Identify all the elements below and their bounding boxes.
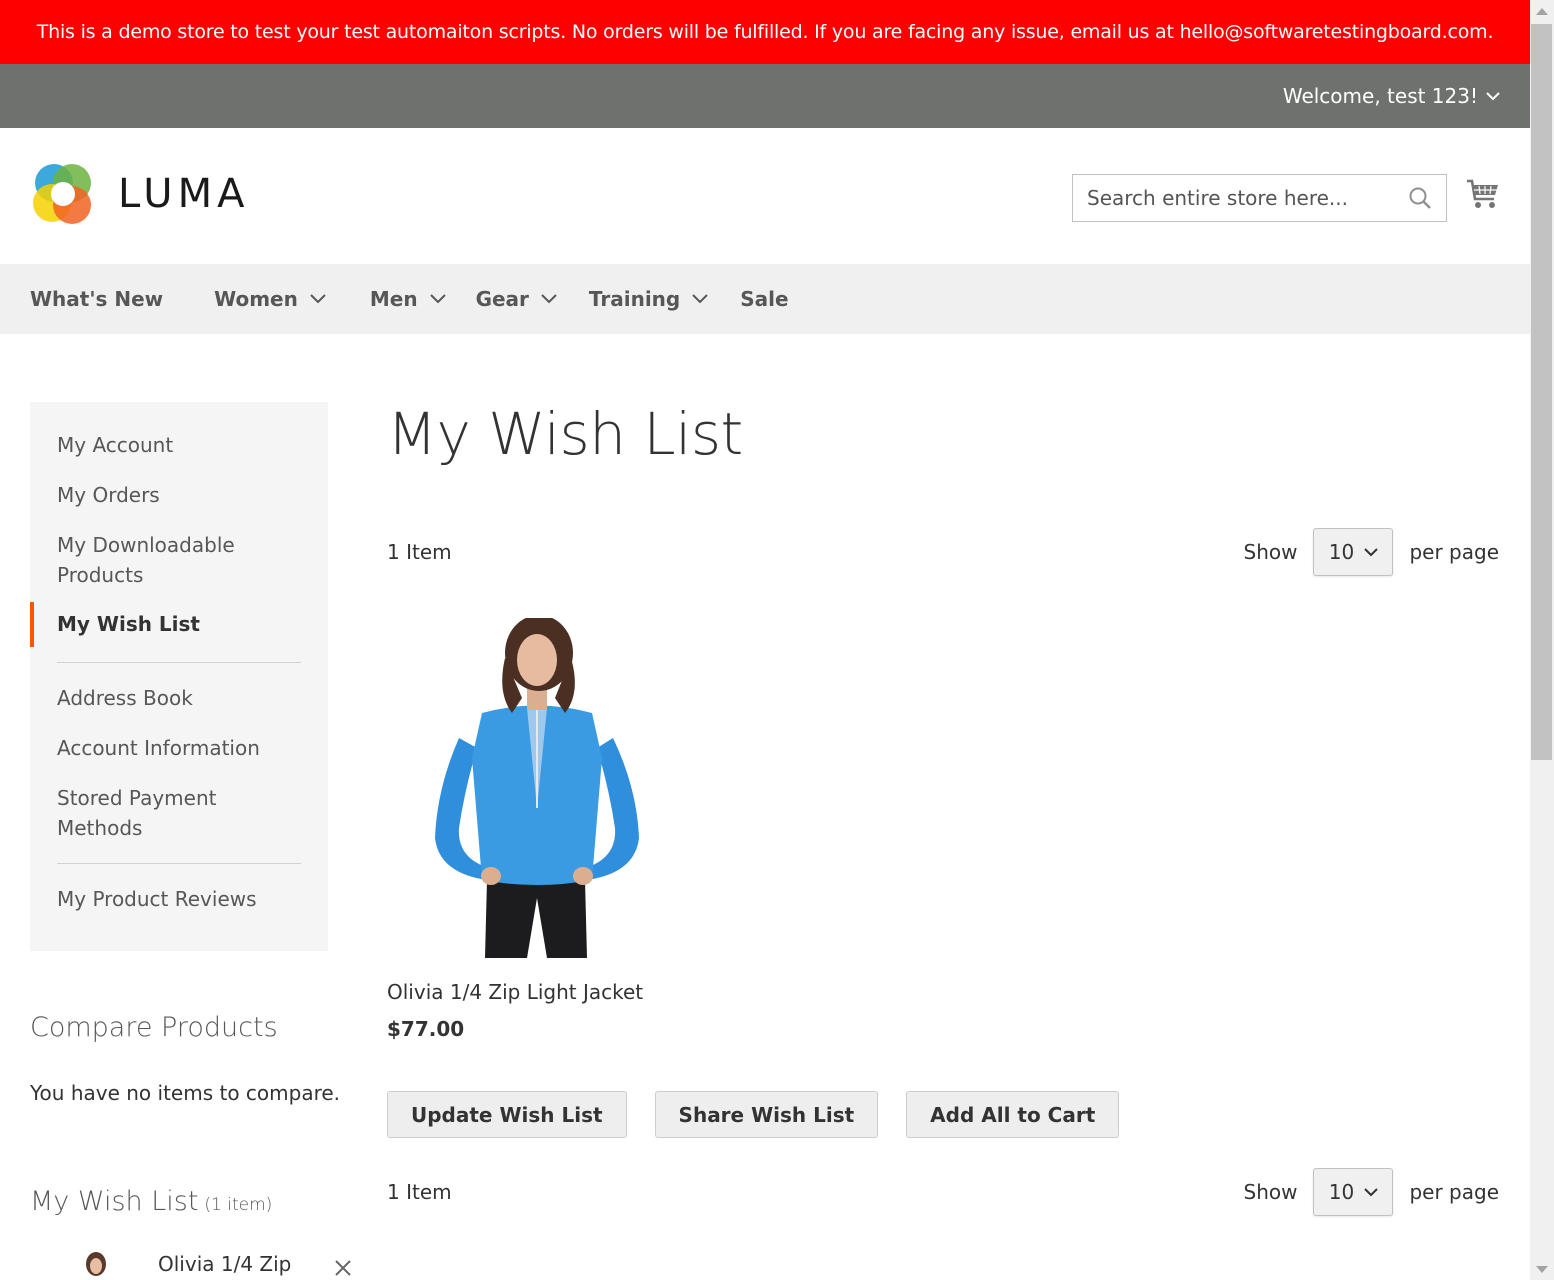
demo-banner-text: This is a demo store to test your test a… xyxy=(36,21,1494,43)
nav-women[interactable]: Women xyxy=(214,287,326,311)
sidebar-item-stored-payment-methods[interactable]: Stored Payment Methods xyxy=(30,783,250,843)
sidebar-divider xyxy=(57,662,301,663)
limiter-per-page-label: per page xyxy=(1409,540,1499,564)
product-price: $77.00 xyxy=(387,1017,465,1041)
limiter-value: 10 xyxy=(1328,1180,1355,1204)
chevron-down-icon xyxy=(1364,547,1378,556)
add-all-to-cart-button[interactable]: Add All to Cart xyxy=(906,1091,1120,1138)
search-box[interactable] xyxy=(1072,174,1447,222)
nav-label: Men xyxy=(369,287,418,311)
scrollbar-thumb[interactable] xyxy=(1531,24,1552,760)
limiter-select[interactable]: 10 xyxy=(1313,1168,1394,1216)
limiter: Show 10 per page xyxy=(1243,528,1499,576)
logo-text: LUMA xyxy=(118,171,250,217)
nav-sale[interactable]: Sale xyxy=(740,287,788,311)
update-wish-list-button[interactable]: Update Wish List xyxy=(387,1091,627,1138)
chevron-down-icon xyxy=(429,294,446,304)
sidebar-item-account-information[interactable]: Account Information xyxy=(30,733,328,763)
welcome-text: Welcome, test 123! xyxy=(1282,84,1478,108)
sidebar-item-my-orders[interactable]: My Orders xyxy=(30,480,328,510)
limiter: Show 10 per page xyxy=(1243,1168,1499,1216)
sidebar-item-downloadable-products[interactable]: My Downloadable Products xyxy=(30,530,270,590)
site-header: LUMA xyxy=(0,128,1530,264)
nav-label: What's New xyxy=(30,287,164,311)
sidebar-item-my-wish-list: My Wish List xyxy=(30,602,328,647)
limiter-show-label: Show xyxy=(1243,1180,1298,1204)
cart-icon[interactable] xyxy=(1466,178,1500,210)
compare-empty-message: You have no items to compare. xyxy=(30,1081,341,1105)
limiter-per-page-label: per page xyxy=(1409,1180,1499,1204)
sidebar-item-product-reviews[interactable]: My Product Reviews xyxy=(30,884,328,914)
chevron-down-icon xyxy=(1364,1187,1378,1196)
nav-label: Sale xyxy=(740,287,789,311)
wishlist-block-heading: My Wish List xyxy=(30,1186,199,1217)
wishlist-actions: Update Wish List Share Wish List Add All… xyxy=(387,1091,1120,1138)
scroll-up-arrow-icon[interactable] xyxy=(1536,8,1548,15)
share-wish-list-button[interactable]: Share Wish List xyxy=(654,1091,879,1138)
luma-logo[interactable]: LUMA xyxy=(30,161,249,227)
nav-men[interactable]: Men xyxy=(370,287,446,311)
nav-gear[interactable]: Gear xyxy=(476,287,557,311)
limiter-value: 10 xyxy=(1328,540,1355,564)
search-icon[interactable] xyxy=(1408,186,1432,210)
product-image[interactable] xyxy=(387,615,687,958)
sidebar-divider xyxy=(57,863,301,864)
nav-whats-new[interactable]: What's New xyxy=(30,287,163,311)
limiter-show-label: Show xyxy=(1243,540,1298,564)
main-navigation: What's New Women Men Gear Training Sale xyxy=(0,264,1530,334)
page-title: My Wish List xyxy=(387,400,743,468)
toolbar-item-count: 1 Item xyxy=(387,540,452,564)
compare-products-title: Compare Products xyxy=(30,1012,278,1043)
sidebar-item-my-account[interactable]: My Account xyxy=(30,430,328,460)
wishlist-toolbar-top: 1 Item Show 10 per page xyxy=(387,528,1499,576)
demo-store-banner: This is a demo store to test your test a… xyxy=(0,0,1530,64)
wishlist-block-product-thumbnail[interactable] xyxy=(76,1250,116,1280)
luma-logo-icon xyxy=(33,164,91,224)
product-thumbnail-image xyxy=(86,1252,106,1276)
nav-label: Gear xyxy=(475,287,529,311)
chevron-down-icon xyxy=(692,294,708,304)
chevron-down-icon xyxy=(1486,91,1500,100)
product-name-link[interactable]: Olivia 1/4 Zip Light Jacket xyxy=(387,980,643,1004)
wishlist-block-count: (1 item) xyxy=(204,1195,273,1215)
limiter-select[interactable]: 10 xyxy=(1313,528,1394,576)
chevron-down-icon xyxy=(541,294,557,304)
wishlist-toolbar-bottom: 1 Item Show 10 per page xyxy=(387,1168,1499,1216)
account-sidebar: My Account My Orders My Downloadable Pro… xyxy=(30,402,328,951)
close-icon[interactable] xyxy=(334,1259,352,1277)
wishlist-block-product-name[interactable]: Olivia 1/4 Zip xyxy=(158,1252,291,1276)
panel-header: Welcome, test 123! xyxy=(0,64,1530,128)
toolbar-item-count: 1 Item xyxy=(387,1180,452,1204)
nav-label: Training xyxy=(588,287,681,311)
nav-label: Women xyxy=(214,287,298,311)
wishlist-product-item: Olivia 1/4 Zip Light Jacket $77.00 xyxy=(387,615,687,1041)
search-input[interactable] xyxy=(1073,175,1403,221)
nav-training[interactable]: Training xyxy=(589,287,708,311)
chevron-down-icon xyxy=(310,294,326,304)
sidebar-item-address-book[interactable]: Address Book xyxy=(30,683,328,713)
scroll-down-arrow-icon[interactable] xyxy=(1536,1266,1548,1273)
customer-welcome-toggle[interactable]: Welcome, test 123! xyxy=(1283,64,1500,128)
wishlist-block-title: My Wish List (1 item) xyxy=(30,1186,272,1217)
